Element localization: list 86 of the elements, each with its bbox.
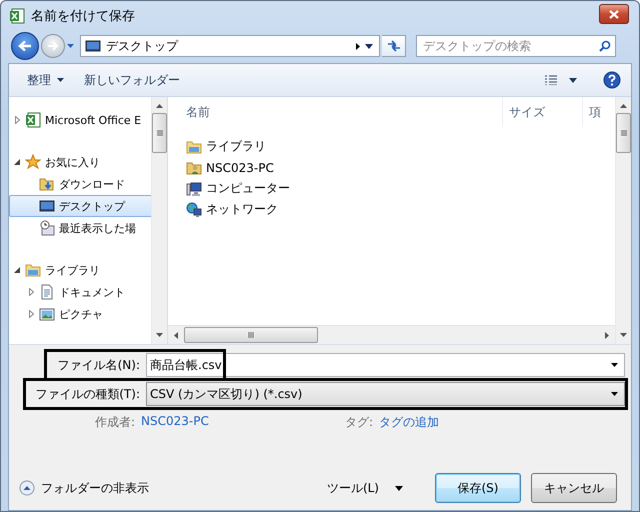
tree-item-label: ライブラリ: [45, 262, 100, 278]
tree-item-label: Microsoft Office E: [45, 114, 142, 126]
tree-item-label: お気に入り: [45, 154, 100, 170]
tools-button[interactable]: ツール(L): [326, 480, 403, 496]
caret-icon: [395, 486, 403, 490]
tree-item[interactable]: 最近表示した場: [9, 217, 151, 239]
tree-item[interactable]: デスクトップ: [9, 195, 151, 217]
arrow-icon: [18, 40, 32, 52]
arrow-icon: [47, 41, 59, 51]
tree-item-label: ピクチャ: [59, 306, 103, 322]
cancel-button[interactable]: キャンセル: [531, 473, 617, 503]
caret-icon: [57, 78, 64, 82]
grip-icon: [620, 130, 626, 136]
field-label: ファイルの種類(T):: [34, 386, 141, 402]
grip-icon: [156, 130, 162, 136]
spreadsheet-icon: [25, 112, 41, 128]
caret-icon: [611, 392, 618, 396]
file-name[interactable]: コンピューター: [206, 180, 290, 197]
author-value[interactable]: NSC023-PC: [141, 414, 209, 430]
document-icon: [39, 284, 55, 300]
library-folder-icon: [25, 262, 41, 278]
vertical-scrollbar[interactable]: [151, 97, 167, 344]
file-name[interactable]: ライブラリ: [206, 138, 266, 155]
tree-item[interactable]: ピクチャ: [9, 303, 151, 325]
file-name-field[interactable]: 商品台帳.csv: [146, 353, 625, 377]
caret-icon: [611, 363, 618, 367]
caret-icon: [569, 78, 577, 82]
refresh-button[interactable]: [382, 35, 406, 57]
tree-item-label: 最近表示した場: [59, 220, 136, 236]
down-arrow-icon: [620, 333, 627, 337]
search-icon: [599, 40, 611, 52]
down-arrow-icon: [156, 333, 163, 337]
tree-item-label: ドキュメント: [59, 284, 125, 300]
up-arrow-icon: [620, 104, 627, 108]
up-arrow-icon: [156, 104, 163, 108]
column-header[interactable]: 名前: [168, 97, 503, 127]
vertical-scrollbar[interactable]: [615, 97, 631, 344]
tree-item[interactable]: ライブラリ: [9, 259, 151, 281]
address-text: デスクトップ: [106, 38, 180, 54]
column-header[interactable]: 項: [583, 97, 615, 127]
chevron-icon: [356, 42, 360, 50]
new-folder-button[interactable]: 新しいフォルダー: [74, 68, 190, 92]
network-icon: [186, 202, 202, 218]
field-label: 作成者:: [95, 414, 136, 430]
computer-icon: [186, 180, 202, 196]
caret-icon: [365, 44, 373, 48]
file-type-dropdown[interactable]: CSV (カンマ区切り) (*.csv): [146, 382, 625, 406]
grip-icon: [248, 332, 254, 338]
caret-icon[interactable]: [67, 44, 74, 48]
download-folder-icon: [39, 176, 55, 192]
user-folder-icon: [186, 160, 202, 176]
organize-button[interactable]: 整理: [17, 68, 74, 92]
back-button[interactable]: [11, 32, 39, 60]
column-header[interactable]: サイズ: [503, 97, 583, 127]
search-field[interactable]: デスクトップの検索: [416, 35, 616, 57]
tree-item[interactable]: お気に入り: [9, 151, 151, 173]
library-folder-icon: [186, 138, 202, 154]
spreadsheet-icon: [9, 8, 25, 24]
hide-folders-button[interactable]: フォルダーの非表示: [19, 480, 149, 496]
desktop-icon: [39, 198, 55, 214]
horizontal-scrollbar[interactable]: [168, 325, 615, 344]
tree-item[interactable]: Microsoft Office E: [9, 109, 151, 131]
left-arrow-icon: [174, 332, 178, 338]
right-arrow-icon: [605, 332, 609, 338]
desktop-icon: [85, 38, 101, 54]
tree-item[interactable]: ドキュメント: [9, 281, 151, 303]
tree-item[interactable]: ダウンロード: [9, 173, 151, 195]
file-name[interactable]: NSC023-PC: [206, 160, 274, 174]
picture-icon: [39, 306, 55, 322]
save-button[interactable]: 保存(S): [435, 473, 521, 503]
field-label: ファイル名(N):: [56, 356, 141, 374]
close-icon: [609, 10, 619, 18]
file-name[interactable]: ネットワーク: [206, 201, 278, 218]
field-label: タグ:: [345, 414, 374, 430]
star-icon: [25, 154, 41, 170]
tree-item-label: ダウンロード: [59, 176, 125, 192]
list-view-icon: [545, 75, 557, 85]
window-title: 名前を付けて保存: [31, 8, 136, 25]
collapse-icon: [19, 480, 35, 496]
tree-item-label: デスクトップ: [59, 198, 125, 214]
add-tag-link[interactable]: タグの追加: [379, 414, 440, 430]
help-icon[interactable]: [603, 71, 621, 89]
clock-icon: [39, 220, 55, 236]
refresh-icon: [386, 40, 400, 52]
address-bar[interactable]: デスクトップ: [80, 35, 380, 57]
close-button[interactable]: [599, 4, 629, 24]
